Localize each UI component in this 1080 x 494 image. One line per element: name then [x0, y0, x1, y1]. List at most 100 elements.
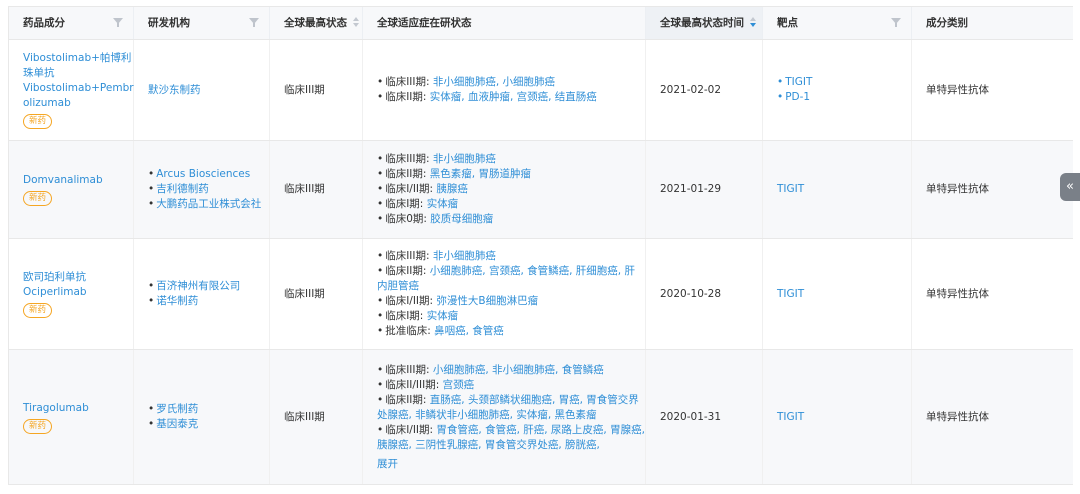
column-header-label: 研发机构 — [148, 17, 190, 29]
drug-cell: Domvanalimab 新药 — [9, 141, 134, 238]
category-cell: 单特异性抗体 — [926, 410, 989, 423]
filter-icon[interactable] — [249, 18, 259, 27]
indication-diseases-link[interactable]: 胰腺癌 — [436, 183, 468, 195]
status-cell: 临床III期 — [270, 141, 363, 238]
table-header: 药品成分 研发机构 全球最高状态 全球适应症在研状态 全球最高状态时间 靶点 成… — [9, 6, 1073, 40]
sort-icon[interactable] — [353, 17, 360, 27]
column-header-label: 药品成分 — [23, 17, 65, 29]
column-header-indications: 全球适应症在研状态 — [363, 7, 646, 39]
drug-table: 药品成分 研发机构 全球最高状态 全球适应症在研状态 全球最高状态时间 靶点 成… — [8, 6, 1073, 485]
drug-name-link[interactable]: Domvanalimab — [23, 173, 133, 188]
indication-line: 临床I/II期: 胰腺癌 — [377, 182, 645, 197]
org-cell: 罗氏制药 基因泰克 — [134, 350, 270, 484]
indication-line: 临床0期: 胶质母细胞瘤 — [377, 212, 645, 227]
target-link[interactable]: TIGIT — [777, 410, 911, 425]
indications-cell: 临床III期: 小细胞肺癌, 非小细胞肺癌, 食管鳞癌 临床II/III期: 宫… — [363, 350, 646, 484]
indication-diseases-link[interactable]: 鼻咽癌, 食管癌 — [434, 325, 504, 337]
org-link[interactable]: 吉利德制药 — [148, 182, 269, 197]
indication-line: 临床III期: 非小细胞肺癌 — [377, 249, 645, 264]
indication-diseases-link[interactable]: 黑色素瘤, 胃肠道肿瘤 — [430, 168, 531, 180]
org-link[interactable]: 基因泰克 — [148, 417, 269, 432]
org-cell: Arcus Biosciences 吉利德制药 大鹏药品工业株式会社 — [134, 141, 270, 238]
table-row: Vibostolimab+帕博利 珠单抗 Vibostolimab+Pembr … — [9, 40, 1073, 141]
indication-line: 临床I期: 实体瘤 — [377, 309, 645, 324]
category-cell: 单特异性抗体 — [926, 183, 989, 195]
indications-cell: 临床III期: 非小细胞肺癌, 小细胞肺癌 临床II期: 实体瘤, 血液肿瘤, … — [363, 40, 646, 140]
column-header-target[interactable]: 靶点 — [763, 7, 912, 39]
column-header-date[interactable]: 全球最高状态时间 — [646, 7, 763, 39]
collapse-panel-button[interactable]: « — [1060, 173, 1080, 201]
org-link[interactable]: 大鹏药品工业株式会社 — [148, 197, 269, 212]
indication-diseases-link[interactable]: 非小细胞肺癌 — [433, 153, 496, 165]
drug-name-link[interactable]: Vibostolimab+帕博利 珠单抗 Vibostolimab+Pembr … — [23, 51, 134, 111]
org-link[interactable]: 百济神州有限公司 — [148, 279, 269, 294]
column-header-category: 成分类别 — [912, 7, 1073, 39]
filter-icon[interactable] — [891, 18, 901, 27]
indication-diseases-link[interactable]: 小细胞肺癌, 非小细胞肺癌, 食管鳞癌 — [433, 364, 604, 376]
org-cell: 百济神州有限公司 诺华制药 — [134, 239, 270, 349]
indication-line: 临床I/II期: 胃食管癌, 食管癌, 肝癌, 尿路上皮癌, 胃腺癌, 胰腺癌,… — [377, 423, 645, 453]
drug-name-link[interactable]: Tiragolumab — [23, 401, 133, 416]
indication-line: 临床II期: 黑色素瘤, 胃肠道肿瘤 — [377, 167, 645, 182]
indication-line: 临床II期: 实体瘤, 血液肿瘤, 宫颈癌, 结直肠癌 — [377, 90, 645, 105]
table-row: 欧司珀利单抗 Ociperlimab 新药 百济神州有限公司 诺华制药 临床II… — [9, 239, 1073, 350]
target-link[interactable]: TIGIT — [777, 182, 911, 197]
column-header-drug[interactable]: 药品成分 — [9, 7, 134, 39]
indications-cell: 临床III期: 非小细胞肺癌 临床II期: 黑色素瘤, 胃肠道肿瘤 临床I/II… — [363, 141, 646, 238]
filter-icon[interactable] — [113, 18, 123, 27]
column-header-label: 成分类别 — [926, 17, 968, 29]
org-link[interactable]: 罗氏制药 — [148, 402, 269, 417]
table-row: Tiragolumab 新药 罗氏制药 基因泰克 临床III期 临床III期: … — [9, 350, 1073, 485]
new-drug-badge: 新药 — [23, 191, 53, 206]
indication-line: 临床II期: 直肠癌, 头颈部鳞状细胞癌, 胃癌, 胃食管交界处腺癌, 非鳞状非… — [377, 393, 645, 423]
target-link[interactable]: TIGIT — [777, 75, 911, 90]
org-cell: 默沙东制药 — [134, 40, 270, 140]
target-link[interactable]: PD-1 — [777, 90, 911, 105]
drug-cell: Tiragolumab 新药 — [9, 350, 134, 484]
new-drug-badge: 新药 — [23, 114, 53, 129]
column-header-org[interactable]: 研发机构 — [134, 7, 270, 39]
expand-link[interactable]: 展开 — [377, 457, 645, 472]
indication-diseases-link[interactable]: 非小细胞肺癌 — [433, 250, 496, 262]
indication-diseases-link[interactable]: 非小细胞肺癌, 小细胞肺癌 — [433, 76, 555, 88]
org-link[interactable]: Arcus Biosciences — [148, 167, 269, 182]
drug-cell: Vibostolimab+帕博利 珠单抗 Vibostolimab+Pembr … — [9, 40, 134, 140]
org-link[interactable]: 诺华制药 — [148, 294, 269, 309]
column-header-status[interactable]: 全球最高状态 — [270, 7, 363, 39]
column-header-label: 全球适应症在研状态 — [377, 17, 472, 29]
status-cell: 临床III期 — [270, 239, 363, 349]
target-cell: TIGIT — [763, 350, 912, 484]
target-link[interactable]: TIGIT — [777, 287, 911, 302]
status-cell: 临床III期 — [270, 350, 363, 484]
new-drug-badge: 新药 — [23, 418, 53, 434]
drug-cell: 欧司珀利单抗 Ociperlimab 新药 — [9, 239, 134, 349]
indication-diseases-link[interactable]: 实体瘤 — [427, 310, 459, 322]
target-cell: TIGIT — [763, 239, 912, 349]
indication-line: 临床II/III期: 宫颈癌 — [377, 378, 645, 393]
drug-name-link[interactable]: 欧司珀利单抗 Ociperlimab — [23, 270, 133, 300]
column-header-label: 靶点 — [777, 17, 798, 29]
indication-diseases-link[interactable]: 弥漫性大B细胞淋巴瘤 — [436, 295, 538, 307]
org-link[interactable]: 默沙东制药 — [148, 83, 269, 98]
double-chevron-left-icon: « — [1066, 179, 1074, 194]
indication-diseases-link[interactable]: 实体瘤, 血液肿瘤, 宫颈癌, 结直肠癌 — [430, 91, 597, 103]
indication-line: 临床III期: 非小细胞肺癌 — [377, 152, 645, 167]
date-cell: 2021-01-29 — [646, 141, 763, 238]
column-header-label: 全球最高状态 — [284, 17, 347, 29]
indication-line: 临床II期: 小细胞肺癌, 宫颈癌, 食管鳞癌, 肝细胞癌, 肝内胆管癌 — [377, 264, 645, 294]
indication-line: 临床III期: 非小细胞肺癌, 小细胞肺癌 — [377, 75, 645, 90]
indication-diseases-link[interactable]: 宫颈癌 — [443, 379, 475, 391]
indications-cell: 临床III期: 非小细胞肺癌 临床II期: 小细胞肺癌, 宫颈癌, 食管鳞癌, … — [363, 239, 646, 349]
date-cell: 2021-02-02 — [646, 40, 763, 140]
target-cell: TIGIT PD-1 — [763, 40, 912, 140]
category-cell: 单特异性抗体 — [926, 83, 989, 96]
indication-diseases-link[interactable]: 胶质母细胞瘤 — [430, 213, 493, 225]
table-row: Domvanalimab 新药 Arcus Biosciences 吉利德制药 … — [9, 141, 1073, 239]
indication-line: 临床III期: 小细胞肺癌, 非小细胞肺癌, 食管鳞癌 — [377, 363, 645, 378]
indication-line: 临床I期: 实体瘤 — [377, 197, 645, 212]
new-drug-badge: 新药 — [23, 303, 53, 318]
sort-desc-icon[interactable] — [750, 17, 757, 27]
column-header-label: 全球最高状态时间 — [660, 17, 744, 29]
indication-diseases-link[interactable]: 实体瘤 — [427, 198, 459, 210]
indication-line: 批准临床: 鼻咽癌, 食管癌 — [377, 324, 645, 339]
